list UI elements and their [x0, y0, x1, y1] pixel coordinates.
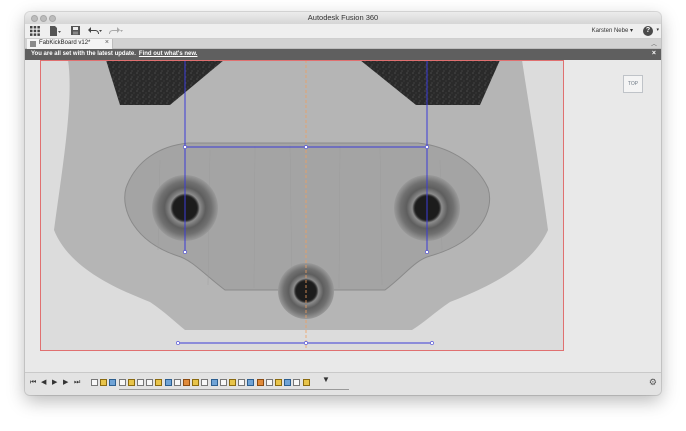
timeline-feature[interactable] — [247, 379, 255, 386]
timeline-feature[interactable] — [192, 379, 200, 386]
go-to-start-icon[interactable]: ⏮ — [30, 378, 36, 387]
timeline-feature[interactable] — [284, 379, 292, 386]
timeline-feature[interactable] — [201, 379, 209, 386]
timeline-feature[interactable] — [210, 379, 218, 386]
document-tab-bar: FabKickBoard v12* × ︿ — [25, 39, 661, 49]
step-forward-icon[interactable]: ▶ — [63, 378, 68, 387]
notification-message: You are all set with the latest update. — [31, 51, 136, 57]
go-to-end-icon[interactable]: ⏭ — [74, 378, 80, 387]
timeline-feature[interactable] — [256, 379, 264, 386]
app-window: Autodesk Fusion 360 Karsten Nebe ▾ ? ▾ F… — [25, 12, 661, 395]
timeline-feature[interactable] — [229, 379, 236, 386]
timeline-feature[interactable] — [275, 379, 282, 386]
timeline-feature[interactable] — [91, 379, 98, 386]
redo-icon[interactable] — [109, 26, 123, 38]
step-back-icon[interactable]: ◀ — [41, 378, 46, 387]
timeline-feature[interactable] — [238, 379, 246, 386]
play-icon[interactable]: ▶ — [52, 378, 57, 387]
design-icon — [30, 41, 36, 47]
tab-document[interactable]: FabKickBoard v12* × — [27, 39, 113, 49]
timeline: ⏮ ◀ ▶ ▶ ⏭ ▼ ⚙ — [25, 372, 661, 395]
grid-icon[interactable] — [30, 26, 40, 39]
timeline-feature[interactable] — [146, 379, 154, 386]
application-toolbar: Karsten Nebe ▾ ? ▾ — [25, 24, 661, 39]
help-button[interactable]: ? — [643, 26, 653, 36]
tab-label: FabKickBoard v12* — [39, 40, 91, 46]
timeline-feature[interactable] — [265, 379, 273, 386]
viewcube[interactable]: TOP — [623, 75, 643, 93]
timeline-feature[interactable] — [155, 379, 163, 386]
timeline-feature[interactable] — [219, 379, 227, 386]
timeline-feature[interactable] — [118, 379, 126, 386]
chevron-up-icon[interactable]: ︿ — [651, 39, 657, 48]
timeline-track[interactable] — [119, 389, 349, 393]
timeline-feature[interactable] — [127, 379, 135, 386]
timeline-feature[interactable] — [137, 379, 144, 386]
timeline-feature[interactable] — [164, 379, 172, 386]
whats-new-link[interactable]: Find out what's new. — [139, 51, 198, 57]
timeline-feature[interactable] — [109, 379, 117, 386]
gear-icon[interactable]: ⚙ — [649, 377, 657, 388]
close-icon[interactable]: × — [105, 39, 109, 46]
timeline-feature[interactable] — [100, 379, 108, 386]
timeline-feature[interactable] — [183, 379, 190, 386]
close-icon[interactable]: × — [652, 50, 656, 57]
window-title: Autodesk Fusion 360 — [307, 13, 379, 22]
timeline-feature[interactable] — [302, 379, 310, 386]
timeline-feature[interactable] — [173, 379, 181, 386]
update-notification: You are all set with the latest update. F… — [25, 49, 661, 60]
timeline-marker-icon[interactable]: ▼ — [322, 375, 330, 384]
chevron-down-icon[interactable]: ▾ — [656, 27, 659, 33]
undo-icon[interactable] — [88, 26, 102, 38]
canvas-image — [40, 60, 564, 351]
save-icon[interactable] — [71, 26, 80, 38]
file-icon[interactable] — [49, 26, 61, 39]
design-canvas[interactable]: TOP — [25, 60, 661, 372]
user-menu[interactable]: Karsten Nebe ▾ — [592, 27, 633, 34]
title-bar: Autodesk Fusion 360 — [25, 12, 661, 24]
timeline-feature[interactable] — [293, 379, 301, 386]
notification-text: You are all set with the latest update. F… — [31, 51, 197, 57]
